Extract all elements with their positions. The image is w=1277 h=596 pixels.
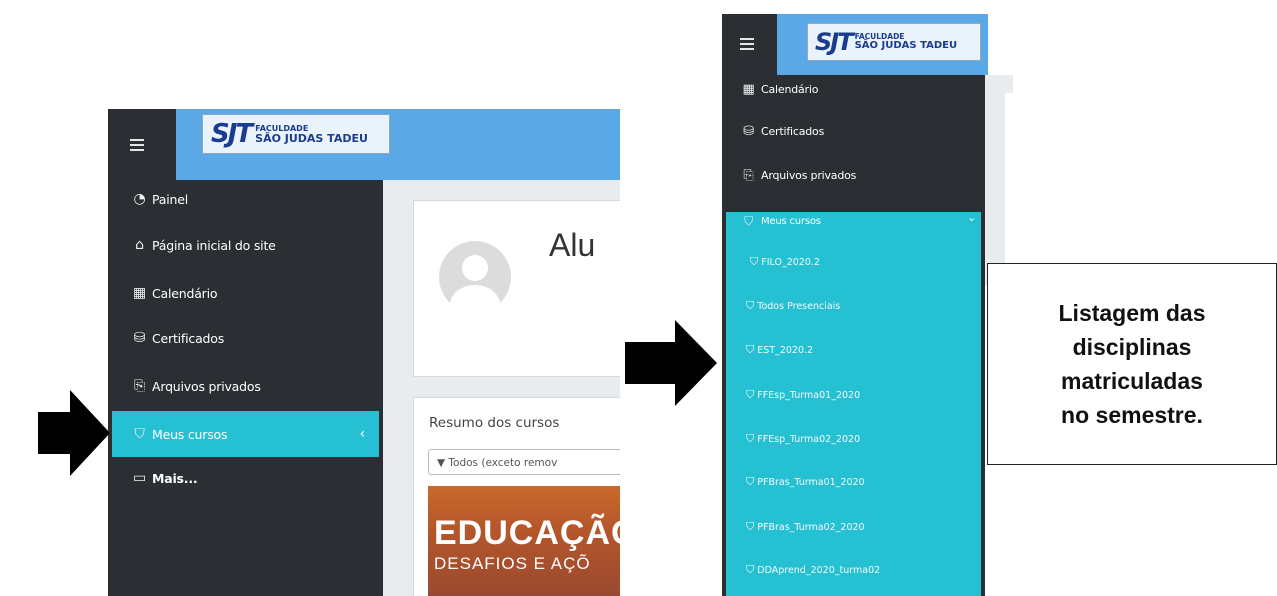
file-icon: ⎘ (134, 378, 145, 394)
sidebar-item-home[interactable]: ⌂ Página inicial do site (131, 237, 276, 253)
dashboard-icon: ◔ (133, 191, 146, 207)
course-label: Todos Presenciais (757, 300, 841, 312)
graduation-cap-icon: ⛉ (750, 255, 759, 268)
sidebar-item-label: Painel (152, 191, 188, 207)
sidebar-item-label: Certificados (152, 330, 225, 346)
course-overview-card: Resumo dos cursos ▼ Todos (exceto remov … (413, 397, 620, 596)
callout-box: Listagem das disciplinas matriculadas no… (987, 263, 1277, 465)
sidebar-item-label: Meus cursos (152, 426, 228, 442)
graduation-cap-icon: ⛉ (746, 343, 755, 356)
profile-card: Alu (413, 200, 620, 377)
pointer-arrow-left (38, 390, 110, 476)
pointer-arrow-right (625, 320, 717, 406)
logo-line2: SÃO JUDAS TADEU (854, 39, 958, 51)
course-label: FFEsp_Turma01_2020 (757, 389, 861, 401)
site-logo[interactable]: SJT FACULDADE SÃO JUDAS TADEU (807, 23, 981, 61)
site-logo[interactable]: SJT FACULDADE SÃO JUDAS TADEU (202, 114, 390, 154)
logo-mark: SJT (211, 119, 253, 149)
content-edge (1005, 93, 1013, 263)
sidebar-item-calendario[interactable]: ▦ Calendário (131, 285, 218, 301)
logo-line2: SÃO JUDAS TADEU (255, 131, 368, 145)
graduation-cap-icon: ⛉ (134, 426, 145, 442)
course-item[interactable]: ⛉ Todos Presenciais (746, 299, 840, 313)
sidebar-item-label: Certificados (761, 125, 825, 138)
course-label: FFEsp_Turma02_2020 (757, 433, 861, 445)
course-filter-dropdown[interactable]: ▼ Todos (exceto remov (428, 449, 620, 475)
graduation-cap-icon: ⛉ (746, 299, 755, 312)
left-screenshot: SJT FACULDADE SÃO JUDAS TADEU ◔ Painel ⌂… (108, 109, 620, 596)
menu-toggle-area (108, 109, 176, 180)
sidebar-item-painel[interactable]: ◔ Painel (131, 191, 188, 207)
course-label: FILO_2020.2 (761, 256, 820, 268)
avatar[interactable] (439, 241, 511, 313)
sidebar-item-certificados[interactable]: ⛁ Certificados (131, 330, 225, 346)
sidebar-item-label: Meus cursos (761, 216, 821, 227)
chevron-left-icon: ‹ (359, 426, 366, 442)
hamburger-menu-icon[interactable] (740, 43, 754, 45)
hamburger-menu-icon[interactable] (130, 144, 144, 146)
course-item[interactable]: ⛉ FILO_2020.2 (750, 255, 820, 269)
folder-icon: ▭ (132, 470, 147, 486)
sidebar-item-arquivos[interactable]: ⎘ Arquivos privados (131, 378, 261, 394)
home-icon: ⌂ (135, 237, 144, 253)
sidebar-item-arquivos[interactable]: ⎘ Arquivos privados (740, 168, 856, 183)
course-image-subtitle: DESAFIOS E AÇÕ (434, 554, 591, 573)
chevron-down-icon: ⌄ (966, 211, 976, 224)
sidebar-item-mais[interactable]: ▭ Mais... (131, 470, 198, 486)
callout-line: no semestre. (1061, 402, 1203, 428)
sidebar-item-meus-cursos[interactable]: ⛉ Meus cursos ‹ (112, 411, 379, 457)
course-item[interactable]: ⛉ FFEsp_Turma02_2020 (746, 432, 860, 446)
callout-line: matriculadas (1061, 368, 1203, 394)
course-image-title: EDUCAÇÃO (434, 514, 620, 552)
course-item[interactable]: ⛉ DDAprend_2020_turma02 (746, 563, 880, 577)
graduation-cap-icon: ⛉ (746, 388, 755, 401)
course-item[interactable]: ⛉ PFBras_Turma02_2020 (746, 520, 865, 534)
menu-toggle-area (722, 14, 777, 75)
course-label: PFBras_Turma01_2020 (757, 476, 865, 488)
logo-mark: SJT (815, 28, 854, 56)
sidebar-item-certificados[interactable]: ⛁ Certificados (740, 124, 824, 139)
course-image[interactable]: EDUCAÇÃO DESAFIOS E AÇÕ (428, 486, 620, 596)
sidebar-item-label: Mais... (152, 470, 198, 486)
course-label: PFBras_Turma02_2020 (757, 521, 865, 533)
course-item[interactable]: ⛉ FFEsp_Turma01_2020 (746, 388, 860, 402)
certificate-icon: ⛁ (743, 124, 754, 139)
right-screenshot: SJT FACULDADE SÃO JUDAS TADEU ▦ Calendár… (722, 14, 988, 596)
sidebar-item-meus-cursos[interactable]: ⛉ Meus cursos ⌄ (740, 211, 976, 229)
sidebar-item-calendario[interactable]: ▦ Calendário (740, 82, 818, 97)
graduation-cap-icon: ⛉ (746, 432, 755, 445)
graduation-cap-icon: ⛉ (744, 214, 753, 228)
graduation-cap-icon: ⛉ (746, 563, 755, 576)
course-label: DDAprend_2020_turma02 (757, 564, 881, 576)
graduation-cap-icon: ⛉ (746, 475, 755, 488)
my-courses-dropdown (726, 212, 981, 596)
calendar-icon: ▦ (742, 82, 755, 97)
course-item[interactable]: ⛉ EST_2020.2 (746, 343, 813, 357)
graduation-cap-icon: ⛉ (746, 520, 755, 533)
sidebar-item-label: Página inicial do site (152, 237, 276, 253)
sidebar-item-label: Calendário (152, 285, 218, 301)
course-overview-title: Resumo dos cursos (429, 415, 560, 431)
sidebar-item-label: Arquivos privados (761, 169, 857, 182)
calendar-icon: ▦ (132, 285, 147, 301)
certificate-icon: ⛁ (133, 330, 146, 346)
sidebar-item-label: Calendário (761, 83, 819, 96)
file-icon: ⎘ (743, 168, 754, 183)
callout-line: Listagem das (1058, 300, 1206, 326)
course-label: EST_2020.2 (757, 344, 814, 356)
profile-name: Alu (549, 227, 596, 263)
callout-line: disciplinas (1072, 334, 1192, 360)
sidebar-item-label: Arquivos privados (152, 378, 261, 394)
course-item[interactable]: ⛉ PFBras_Turma01_2020 (746, 475, 865, 489)
